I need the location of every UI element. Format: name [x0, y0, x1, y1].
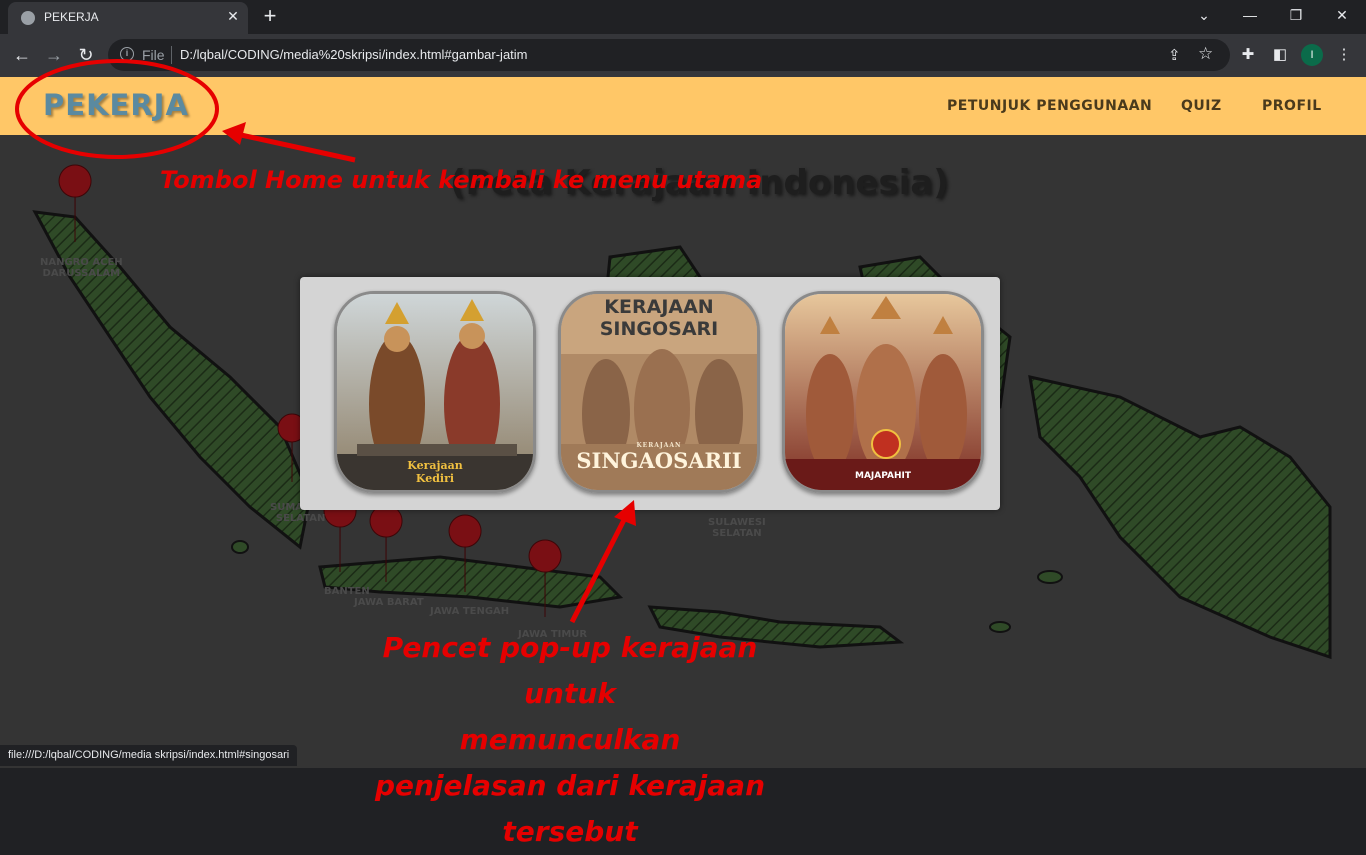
- province-label: JAWA TENGAH: [430, 606, 510, 617]
- minimize-icon[interactable]: —: [1227, 0, 1273, 30]
- province-label: NANGRO ACEH DARUSSALAM: [40, 257, 123, 279]
- close-tab-icon[interactable]: ✕: [224, 7, 242, 25]
- share-icon[interactable]: ⇪: [1168, 46, 1181, 64]
- forward-icon[interactable]: →: [42, 43, 66, 67]
- kingdom-popup: Kerajaan Kediri KERAJAAN SINGOSARI KERAJAA…: [300, 277, 1000, 510]
- singosari-label: SINGAOSARII: [576, 448, 742, 473]
- province-label: JAWA BARAT: [354, 597, 424, 608]
- tab-title: PEKERJA: [44, 10, 99, 24]
- majapahit-illustration: [785, 294, 981, 490]
- popup-annotation: Pencet pop-up kerajaan untuk memunculkan…: [374, 631, 766, 848]
- kediri-card[interactable]: Kerajaan Kediri: [334, 291, 536, 493]
- nav-quiz-link[interactable]: QUIZ: [1181, 98, 1222, 114]
- address-bar[interactable]: i File D:/lqbal/CODING/media%20skripsi/i…: [108, 39, 1230, 71]
- globe-icon: [21, 11, 35, 25]
- menu-kebab-icon[interactable]: ⋮: [1334, 45, 1354, 63]
- nav-profil-link[interactable]: PROFIL: [1262, 98, 1322, 114]
- new-tab-button[interactable]: +: [258, 5, 282, 29]
- tab-strip: PEKERJA ✕ + ⌄ — ❐ ✕: [0, 0, 1366, 34]
- reload-icon[interactable]: ↻: [74, 43, 98, 67]
- singosari-header: KERAJAAN SINGOSARI: [599, 296, 719, 340]
- province-label: SULAWESI SELATAN: [708, 517, 766, 539]
- browser-toolbar: ← → ↻ i File D:/lqbal/CODING/media%20skr…: [0, 34, 1366, 77]
- file-label: File: [142, 47, 165, 63]
- extensions-icon[interactable]: ✚: [1238, 45, 1258, 63]
- home-annotation: Tombol Home untuk kembali ke menu utama: [160, 166, 763, 194]
- bookmark-star-icon[interactable]: ☆: [1198, 44, 1213, 64]
- home-logo-button[interactable]: PEKERJA: [43, 88, 189, 122]
- status-bar: file:///D:/lqbal/CODING/media skripsi/in…: [0, 745, 298, 766]
- tab-search-icon[interactable]: ⌄: [1181, 0, 1227, 30]
- nav-petunjuk-link[interactable]: PETUNJUK PENGGUNAAN: [947, 98, 1152, 114]
- side-panel-icon[interactable]: ◧: [1270, 45, 1290, 63]
- site-navbar: PEKERJA PETUNJUK PENGGUNAAN QUIZ PROFIL: [0, 77, 1366, 135]
- close-window-icon[interactable]: ✕: [1319, 0, 1365, 30]
- papua-island: [1028, 375, 1332, 660]
- profile-avatar[interactable]: I: [1301, 44, 1323, 66]
- divider: [171, 46, 172, 64]
- browser-tab[interactable]: PEKERJA ✕: [8, 2, 248, 34]
- back-icon[interactable]: ←: [10, 43, 34, 67]
- restore-icon[interactable]: ❐: [1273, 0, 1319, 30]
- majapahit-label: MAJAPAHIT: [855, 471, 911, 481]
- url-text[interactable]: D:/lqbal/CODING/media%20skripsi/index.ht…: [180, 47, 528, 62]
- singosari-card[interactable]: KERAJAAN SINGOSARI KERAJAAN SINGAOSARII: [558, 291, 760, 493]
- majapahit-card[interactable]: MAJAPAHIT: [782, 291, 984, 493]
- kediri-label: Kerajaan Kediri: [407, 459, 463, 485]
- province-label: BANTEN: [324, 586, 370, 597]
- info-icon[interactable]: i: [120, 47, 134, 61]
